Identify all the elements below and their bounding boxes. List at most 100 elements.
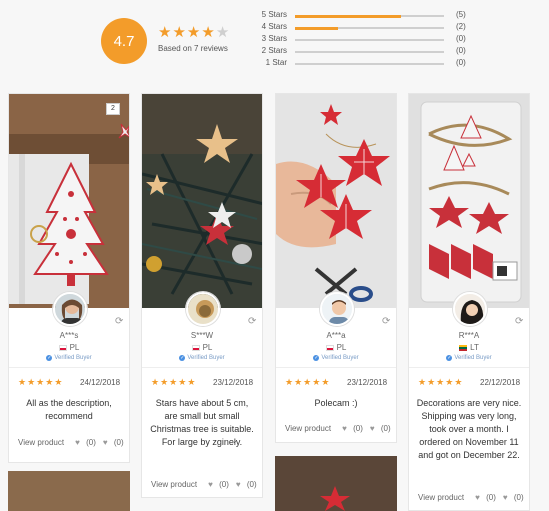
thumbs-up-icon[interactable]: ♥ (475, 493, 483, 502)
average-rating-badge: 4.7 (101, 18, 147, 64)
verified-check-icon: ✓ (46, 355, 53, 361)
likes-count: (0) (86, 438, 96, 447)
average-stars: ★ ★ ★ ★ ★ (158, 25, 229, 40)
flag-icon (325, 344, 334, 351)
reviewer-name: S***W (190, 331, 214, 340)
review-footer: View product ♥ (0) ♥ (0) (151, 480, 257, 489)
star-icon: ★ (45, 377, 54, 387)
verified-check-icon: ✓ (179, 355, 186, 361)
review-stars: ★ ★ ★ ★ ★ (418, 378, 462, 387)
verified-buyer: ✓ Verified Buyer (9, 355, 129, 361)
breakdown-count: (2) (456, 22, 466, 31)
verified-label: Verified Buyer (187, 355, 225, 361)
rating-summary: 4.7 ★ ★ ★ ★ ★ Based on 7 reviews 5 Stars… (0, 0, 549, 80)
thumbs-down-icon[interactable]: ♥ (370, 424, 378, 433)
thumbs-down-icon[interactable]: ♥ (503, 493, 511, 502)
view-product-link[interactable]: View product (285, 424, 331, 433)
star-empty-icon: ★ (215, 24, 230, 41)
star-icon: ★ (178, 377, 187, 387)
thumbs-up-icon[interactable]: ♥ (342, 424, 350, 433)
breakdown-row-3[interactable]: 3 Stars (0) (254, 34, 474, 46)
thumbs-up-icon[interactable]: ♥ (75, 438, 83, 447)
star-icon: ★ (160, 377, 169, 387)
country-code: PL (336, 343, 347, 352)
review-photo-image (276, 94, 396, 308)
flag-icon (191, 344, 200, 351)
reviewer-country: PL (9, 343, 129, 352)
refresh-icon[interactable]: ⟳ (382, 317, 392, 327)
breakdown-row-2[interactable]: 2 Stars (0) (254, 46, 474, 58)
breakdown-row-5[interactable]: 5 Stars (5) (254, 10, 474, 22)
review-photo-image (409, 94, 529, 308)
breakdown-count: (0) (456, 46, 466, 55)
rating-breakdown: 5 Stars (5) 4 Stars (2) 3 Stars (0) 2 St… (254, 10, 474, 70)
review-photo-next[interactable] (275, 456, 397, 511)
review-photo-next[interactable] (8, 471, 130, 511)
reviewer-name: A***s (59, 331, 79, 340)
view-product-link[interactable]: View product (18, 438, 64, 447)
breakdown-fill (295, 14, 401, 18)
review-stars: ★ ★ ★ ★ ★ (285, 378, 329, 387)
star-icon: ★ (201, 24, 215, 41)
view-product-link[interactable]: View product (418, 493, 464, 502)
review-photo[interactable] (409, 94, 529, 308)
verified-check-icon: ✓ (446, 355, 453, 361)
dislikes-count: (0) (513, 493, 524, 502)
star-icon: ★ (54, 377, 63, 387)
review-card: ⟳ A***a PL ✓ Verified Buyer ★ ★ ★ ★ ★ 23/12/… (275, 93, 397, 443)
verified-buyer: ✓ Verified Buyer (276, 355, 396, 361)
average-rating: 4.7 (113, 32, 135, 50)
breakdown-count: (5) (456, 10, 466, 19)
breakdown-fill (295, 26, 339, 30)
thumbs-down-icon[interactable]: ♥ (236, 480, 244, 489)
review-photo[interactable] (9, 94, 129, 308)
refresh-icon[interactable]: ⟳ (515, 317, 525, 327)
likes-count: (0) (486, 493, 496, 502)
country-code: PL (69, 343, 80, 352)
refresh-icon[interactable]: ⟳ (115, 317, 125, 327)
star-icon: ★ (321, 377, 330, 387)
star-icon: ★ (186, 24, 201, 41)
breakdown-label: 4 Stars (261, 22, 287, 31)
star-icon: ★ (172, 24, 186, 41)
dislikes-count: (0) (113, 438, 124, 447)
verified-buyer: ✓ Verified Buyer (142, 355, 262, 361)
star-icon: ★ (445, 377, 454, 387)
view-product-link[interactable]: View product (151, 480, 197, 489)
breakdown-bar (295, 14, 444, 18)
star-icon: ★ (285, 377, 294, 387)
divider (409, 367, 529, 368)
star-icon: ★ (158, 24, 172, 41)
reviewer-name: R***A (458, 331, 480, 340)
dislikes-count: (0) (246, 480, 257, 489)
thumbs-down-icon[interactable]: ♥ (103, 438, 111, 447)
review-text: Polecam :) (314, 398, 358, 408)
review-footer: View product ♥ (0) ♥ (0) (18, 438, 124, 447)
breakdown-label: 3 Stars (261, 34, 287, 43)
avatar (53, 292, 87, 326)
breakdown-row-4[interactable]: 4 Stars (2) (254, 22, 474, 34)
breakdown-bar (295, 51, 444, 53)
verified-label: Verified Buyer (54, 355, 92, 361)
reviewer-country: LT (409, 343, 529, 352)
verified-check-icon: ✓ (313, 355, 320, 361)
breakdown-bar (295, 39, 444, 41)
review-photo[interactable] (142, 94, 262, 308)
star-icon: ★ (312, 377, 321, 387)
verified-label: Verified Buyer (454, 355, 492, 361)
breakdown-label: 5 Stars (261, 10, 287, 19)
photo-count-badge: 2 (106, 103, 120, 115)
breakdown-count: (0) (456, 34, 466, 43)
review-card: ⟳ R***A LT ✓ Verified Buyer ★ ★ ★ ★ ★ 22/12/… (408, 93, 530, 511)
breakdown-row-1[interactable]: 1 Star (0) (254, 58, 474, 70)
review-photo[interactable] (276, 94, 396, 308)
reviewer-name: A***a (326, 331, 346, 340)
review-text: Decorations are very nice. Shipping was … (416, 398, 522, 460)
breakdown-label: 2 Stars (261, 46, 287, 55)
review-stars: ★ ★ ★ ★ ★ (18, 378, 62, 387)
refresh-icon[interactable]: ⟳ (248, 317, 258, 327)
thumbs-up-icon[interactable]: ♥ (208, 480, 216, 489)
star-icon: ★ (27, 377, 36, 387)
likes-count: (0) (353, 424, 363, 433)
review-date: 22/12/2018 (480, 378, 521, 387)
